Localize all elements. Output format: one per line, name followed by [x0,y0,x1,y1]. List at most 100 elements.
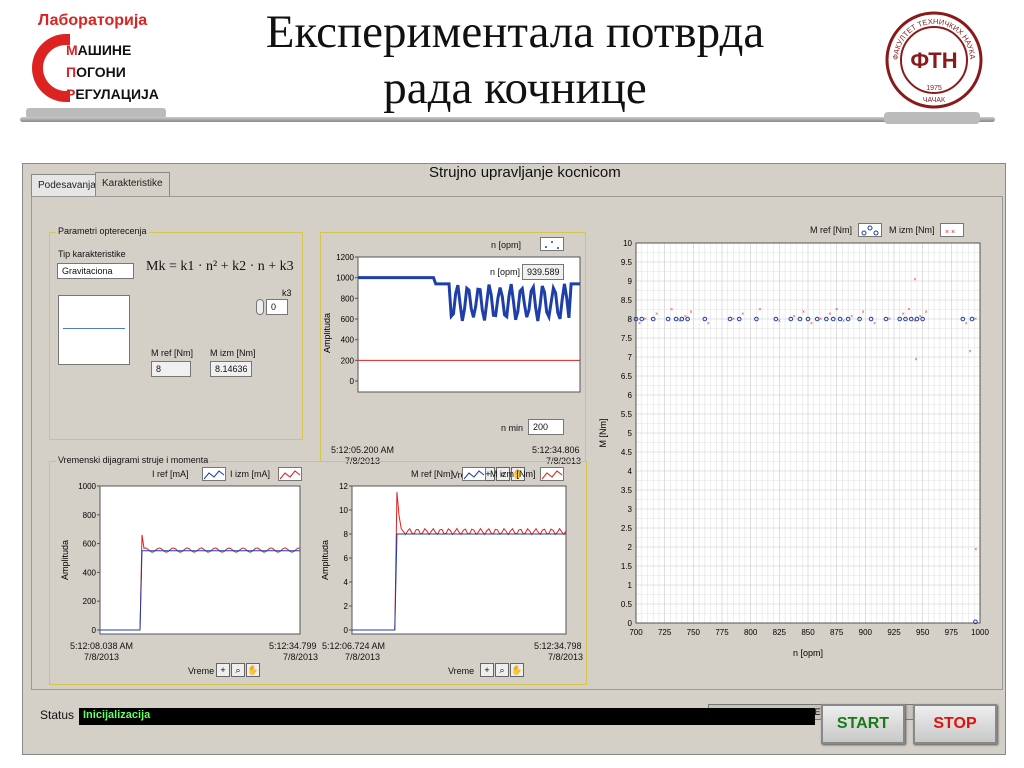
speed-xstart-time: 5:12:05.200 AM [331,445,395,455]
mn-xtick: 975 [945,628,959,637]
mn-legend2-swatch: × × [940,223,964,237]
mn-meas-point: × [690,309,693,315]
torque-ytick: 12 [339,482,348,491]
mn-xtick: 700 [629,628,643,637]
tab-podesavanja[interactable]: Podesavanja [31,174,103,196]
current-xstart-time: 5:12:08.038 AM [70,641,134,651]
torque-legend2-swatch [540,467,564,481]
speed-ytick: 400 [341,336,355,345]
current-graph-tools: + ⌕ ✋ [216,663,260,677]
k3-input[interactable]: 0 [266,299,288,315]
svg-text:× ×: × × [945,229,955,236]
mn-meas-point: × [638,321,641,327]
slide-title-line1: Експериментала потврда [265,6,765,58]
tab-panel: Parametri opterecenja Tip karakteristike… [31,196,1003,720]
mn-meas-point: × [919,314,922,320]
params-frame-label: Parametri opterecenja [56,226,149,236]
mn-meas-point: × [913,277,916,283]
mn-ytick: 5.5 [621,410,633,419]
mn-ytick: 7 [628,353,633,362]
current-legend1-swatch [202,467,226,481]
stop-button[interactable]: STOP [913,704,997,744]
torque-ytick: 0 [344,626,349,635]
mn-legend1-swatch [858,223,882,237]
mn-meas-point: × [873,321,876,327]
lab-logo-line2: МАШИНЕ [66,42,132,58]
pan-tool-icon[interactable]: ✋ [510,663,524,677]
lab-logo-line1: Лабораторија [38,12,148,29]
mizm-value: 8.14636 [210,361,252,377]
slide-divider [20,117,995,122]
start-button[interactable]: START [821,704,905,744]
current-xend-time: 5:12:34.799 [269,641,317,651]
mn-xtick: 900 [859,628,873,637]
torque-ytick: 6 [344,554,349,563]
mn-meas-point: × [741,312,744,318]
zoom-tool-icon[interactable]: ⌕ [231,663,245,677]
mn-meas-point: × [850,314,853,320]
ftn-year: 1975 [926,85,942,92]
mn-meas-point: × [819,316,822,322]
mn-meas-point: × [842,319,845,325]
mn-meas-point: × [965,321,968,327]
speed-xend-time: 5:12:34.806 [532,445,580,455]
mn-legend2-label: M izm [Nm] [889,225,935,235]
mn-ytick: 6.5 [621,372,633,381]
mn-ytick: 6 [628,391,633,400]
speed-ytick: 1200 [336,253,354,262]
torque-ytick: 2 [344,602,349,611]
mn-meas-point: × [684,314,687,320]
zoom-tool-icon[interactable]: ⌕ [495,663,509,677]
mn-ytick: 0 [628,619,633,628]
mn-ytick: 2.5 [621,524,633,533]
torque-graph-tools: + ⌕ ✋ [480,663,524,677]
torque-xstart-time: 5:12:06.724 AM [322,641,386,651]
mn-xtick: 875 [830,628,844,637]
speed-readout: 939.589 [522,264,564,280]
mn-meas-point: × [828,312,831,318]
nmin-input[interactable]: 200 [528,419,564,435]
mn-xtick: 775 [715,628,729,637]
mn-xtick: 800 [744,628,758,637]
speed-ytick: 200 [341,356,355,365]
speed-ytick: 1000 [336,274,354,283]
mn-ytick: 8 [628,315,633,324]
ftn-logo: ФАКУЛТЕТ ТЕХНИЧКИХ НАУКА ФТН 1975 ЧАЧАК [885,11,983,109]
mn-meas-point: × [793,314,796,320]
mn-ytick: 2 [628,543,633,552]
mn-meas-point: × [925,309,928,315]
tab-karakteristike[interactable]: Karakteristike [95,172,170,196]
torque-xstart-date: 7/8/2013 [345,652,381,662]
mn-ytick: 7.5 [621,334,633,343]
mn-meas-point: × [915,357,918,363]
mn-ytick: 1 [628,581,633,590]
torque-chart: 12 10 8 6 4 2 0 Amplituda [322,482,567,635]
torque-ytick: 10 [339,506,348,515]
cursor-tool-icon[interactable]: + [480,663,494,677]
tip-select[interactable]: Gravitaciona [57,263,134,279]
mn-meas-point: × [862,309,865,315]
mref-label: M ref [Nm] [151,348,193,358]
k3-label: k3 [282,288,292,298]
current-ytick: 400 [83,568,97,577]
mn-meas-point: × [802,309,805,315]
characteristic-preview [58,295,130,365]
mn-xtick: 925 [887,628,901,637]
mn-ytick: 5 [628,429,633,438]
speed-ytick: 600 [341,315,355,324]
current-legend2-swatch [278,467,302,481]
mref-value: 8 [151,361,191,377]
tip-label: Tip karakteristike [58,249,126,259]
cursor-tool-icon[interactable]: + [216,663,230,677]
mn-ytick: 4 [628,467,633,476]
mn-ytick: 0.5 [621,600,633,609]
current-ytick: 0 [92,626,97,635]
mn-xtick: 850 [801,628,815,637]
ftn-logo-shadow [884,112,980,124]
pan-tool-icon[interactable]: ✋ [246,663,260,677]
lab-logo-line4: РЕГУЛАЦИЈА [66,86,159,102]
current-chart: 1000 800 600 400 200 0 Amplituda [60,482,301,635]
torque-ytick: 8 [344,530,349,539]
time-frame-label: Vremenski dijagrami struje i momenta [56,455,211,465]
k3-spinner[interactable] [256,299,264,315]
